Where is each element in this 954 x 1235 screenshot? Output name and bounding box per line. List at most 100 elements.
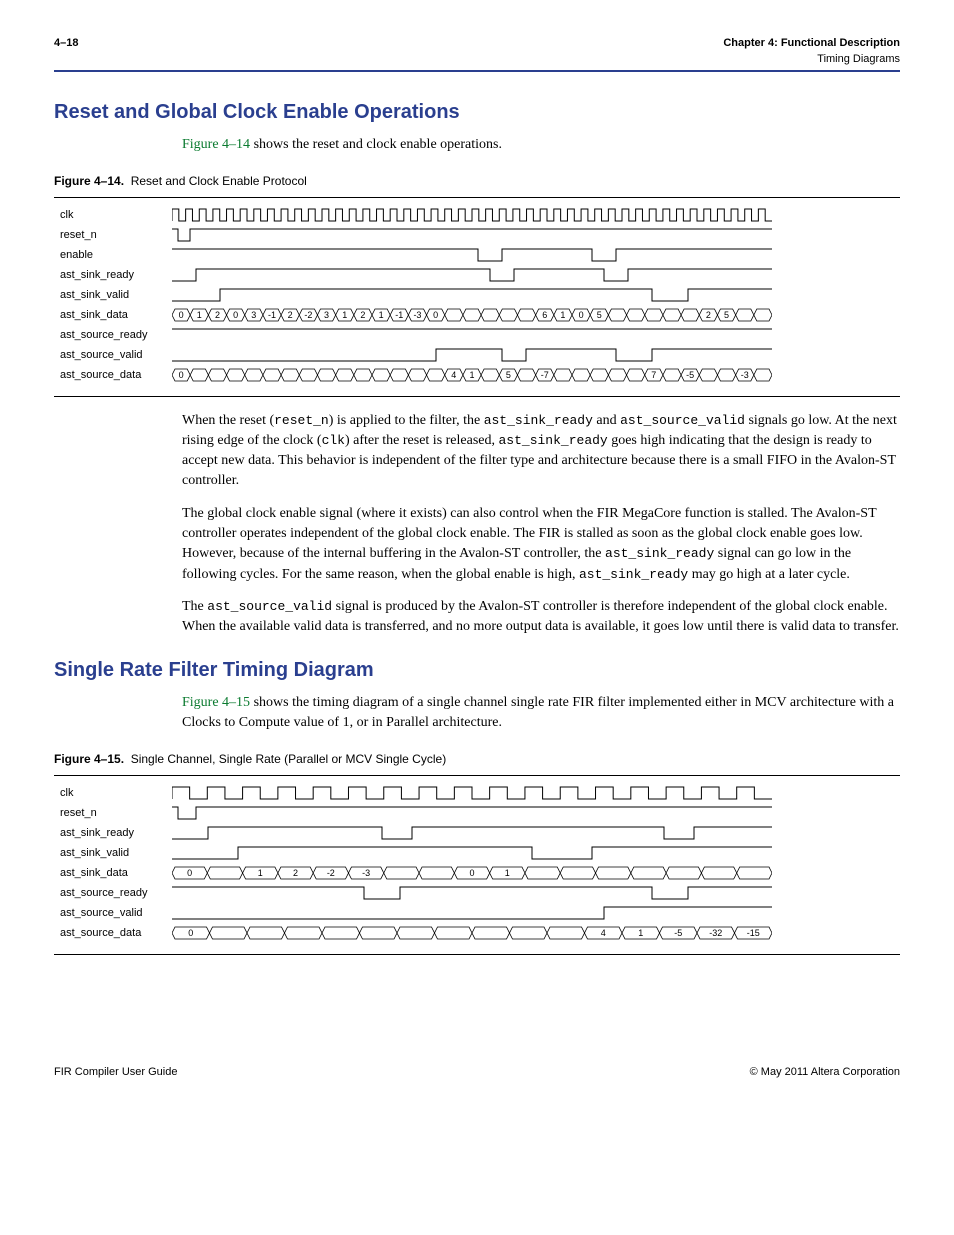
svg-text:6: 6: [542, 310, 547, 320]
svg-text:-2: -2: [327, 868, 335, 878]
svg-text:-7: -7: [541, 370, 549, 380]
signal-wave: [172, 906, 900, 922]
signal-label: ast_source_valid: [54, 906, 172, 922]
svg-text:3: 3: [324, 310, 329, 320]
figure-15-diagram: clk reset_n ast_sink_ready ast_sink_validas…: [54, 775, 900, 955]
signal-label: clk: [54, 208, 172, 224]
signal-label: reset_n: [54, 228, 172, 244]
signal-row-ast_source_data: ast_source_data0415-77-5-3: [54, 366, 900, 386]
paragraph-3: The ast_source_valid signal is produced …: [182, 597, 900, 638]
signal-wave: [172, 328, 900, 344]
signal-wave: 0415-77-5-3: [172, 368, 900, 384]
svg-text:0: 0: [233, 310, 238, 320]
section-name: Timing Diagrams: [723, 52, 900, 68]
signal-row-ast_source_ready: ast_source_ready: [54, 884, 900, 904]
svg-text:2: 2: [288, 310, 293, 320]
signal-label: ast_source_data: [54, 368, 172, 384]
figure-15-caption: Figure 4–15. Single Channel, Single Rate…: [54, 751, 900, 768]
signal-wave: 0 4 1 -5 -32 -15: [172, 926, 900, 942]
signal-row-reset_n: reset_n: [54, 226, 900, 246]
svg-text:1: 1: [379, 310, 384, 320]
signal-label: enable: [54, 248, 172, 264]
signal-wave: [172, 886, 900, 902]
svg-text:1: 1: [342, 310, 347, 320]
signal-wave: [172, 806, 900, 822]
signal-row-ast_sink_data: ast_sink_data012-2-301: [54, 864, 900, 884]
svg-text:2: 2: [293, 868, 298, 878]
svg-text:1: 1: [197, 310, 202, 320]
chapter-title: Chapter 4: Functional Description: [723, 36, 900, 52]
signal-row-ast_source_valid: ast_source_valid: [54, 346, 900, 366]
signal-label: ast_source_data: [54, 926, 172, 942]
svg-text:0: 0: [188, 928, 193, 938]
signal-label: ast_source_ready: [54, 328, 172, 344]
svg-text:7: 7: [651, 370, 656, 380]
signal-row-ast_sink_valid: ast_sink_valid: [54, 844, 900, 864]
signal-wave: 01203-12-23121-1-30610525: [172, 308, 900, 324]
svg-text:0: 0: [469, 868, 474, 878]
svg-text:4: 4: [601, 928, 606, 938]
signal-wave: [172, 288, 900, 304]
signal-label: ast_sink_data: [54, 308, 172, 324]
svg-text:-15: -15: [747, 928, 760, 938]
svg-text:-32: -32: [709, 928, 722, 938]
paragraph-1: When the reset (reset_n) is applied to t…: [182, 411, 900, 492]
signal-row-clk: clk: [54, 206, 900, 226]
svg-text:-3: -3: [413, 310, 421, 320]
signal-wave: [172, 826, 900, 842]
svg-text:5: 5: [597, 310, 602, 320]
signal-row-ast_sink_ready: ast_sink_ready: [54, 266, 900, 286]
signal-wave: 012-2-301: [172, 866, 900, 882]
svg-text:0: 0: [579, 310, 584, 320]
signal-row-reset_n: reset_n: [54, 804, 900, 824]
page-header: 4–18 Chapter 4: Functional Description T…: [54, 36, 900, 68]
svg-text:2: 2: [706, 310, 711, 320]
signal-wave: [172, 846, 900, 862]
signal-row-clk: clk: [54, 784, 900, 804]
signal-label: ast_sink_ready: [54, 268, 172, 284]
signal-label: ast_source_ready: [54, 886, 172, 902]
svg-text:1: 1: [469, 370, 474, 380]
svg-text:0: 0: [433, 310, 438, 320]
intro-text-1: Figure 4–14 shows the reset and clock en…: [182, 135, 900, 155]
signal-wave: [172, 348, 900, 364]
signal-wave: [172, 268, 900, 284]
signal-row-ast_sink_valid: ast_sink_valid: [54, 286, 900, 306]
figure-14-diagram: clk reset_nenable ast_sink_ready ast_sink_v…: [54, 197, 900, 397]
signal-label: reset_n: [54, 806, 172, 822]
section-heading-reset: Reset and Global Clock Enable Operations: [54, 98, 900, 127]
signal-label: ast_source_valid: [54, 348, 172, 364]
svg-text:1: 1: [560, 310, 565, 320]
figure-ref-15: Figure 4–15: [182, 695, 250, 710]
signal-row-ast_sink_ready: ast_sink_ready: [54, 824, 900, 844]
svg-text:3: 3: [251, 310, 256, 320]
signal-label: clk: [54, 786, 172, 802]
figure-14-caption: Figure 4–14. Reset and Clock Enable Prot…: [54, 173, 900, 190]
svg-text:5: 5: [724, 310, 729, 320]
signal-label: ast_sink_valid: [54, 288, 172, 304]
figure-ref-14: Figure 4–14: [182, 137, 250, 152]
signal-row-ast_sink_data: ast_sink_data01203-12-23121-1-30610525: [54, 306, 900, 326]
signal-wave: [172, 248, 900, 264]
signal-wave: [172, 228, 900, 244]
section-heading-single-rate: Single Rate Filter Timing Diagram: [54, 656, 900, 685]
page-footer: FIR Compiler User Guide © May 2011 Alter…: [54, 1065, 900, 1081]
svg-text:1: 1: [505, 868, 510, 878]
svg-text:5: 5: [506, 370, 511, 380]
signal-label: ast_sink_valid: [54, 846, 172, 862]
svg-text:-3: -3: [362, 868, 370, 878]
footer-right: © May 2011 Altera Corporation: [750, 1065, 900, 1081]
svg-text:1: 1: [638, 928, 643, 938]
svg-text:-5: -5: [674, 928, 682, 938]
header-rule: [54, 70, 900, 72]
svg-text:-1: -1: [268, 310, 276, 320]
signal-wave: [172, 208, 900, 224]
signal-row-ast_source_valid: ast_source_valid: [54, 904, 900, 924]
signal-row-ast_source_ready: ast_source_ready: [54, 326, 900, 346]
page-number: 4–18: [54, 36, 78, 68]
svg-text:4: 4: [451, 370, 456, 380]
svg-text:0: 0: [187, 868, 192, 878]
svg-text:-3: -3: [741, 370, 749, 380]
svg-text:2: 2: [215, 310, 220, 320]
svg-text:2: 2: [360, 310, 365, 320]
